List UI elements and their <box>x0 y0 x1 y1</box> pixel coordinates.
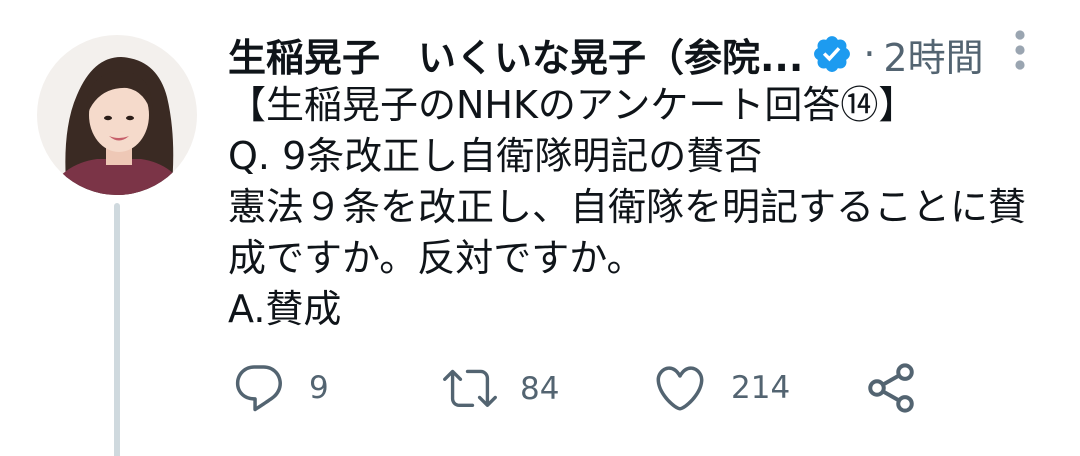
more-options-button[interactable] <box>1008 28 1032 72</box>
tweet-text-line: 成ですか。反対ですか。 <box>228 236 645 280</box>
timestamp[interactable]: 2時間 <box>883 27 983 82</box>
retweet-icon <box>443 361 497 415</box>
reply-icon <box>231 360 287 416</box>
author-display-name[interactable]: 生稲晃子 いくいな晃子（参院... <box>228 27 803 82</box>
share-icon <box>863 360 919 416</box>
like-count: 214 <box>731 370 791 406</box>
tweet: 生稲晃子 いくいな晃子（参院... · 2時間 【生稲晃子のNHKのアンケート回… <box>0 0 1080 456</box>
retweet-count: 84 <box>520 371 560 407</box>
retweet-button[interactable]: 84 <box>443 361 573 417</box>
thread-line <box>114 203 120 456</box>
avatar[interactable] <box>37 35 197 195</box>
reply-count: 9 <box>309 370 329 406</box>
more-vertical-icon <box>1015 30 1025 70</box>
verified-badge-icon <box>811 33 853 75</box>
separator-dot: · <box>863 32 876 76</box>
reply-button[interactable]: 9 <box>231 360 341 416</box>
like-button[interactable]: 214 <box>652 360 802 416</box>
tweet-header: 生稲晃子 いくいな晃子（参院... · 2時間 <box>228 24 998 84</box>
share-button[interactable] <box>863 360 919 416</box>
heart-icon <box>652 360 708 416</box>
tweet-text-line: 憲法９条を改正し、自衛隊を明記することに賛 <box>228 185 1027 229</box>
tweet-text-line: Q. 9条改正し自衛隊明記の賛否 <box>228 134 763 178</box>
avatar-photo <box>37 35 197 195</box>
tweet-text-line: A.賛成 <box>228 287 342 331</box>
tweet-text-line: 【生稲晃子のNHKのアンケート回答⑭】 <box>228 83 917 127</box>
tweet-text[interactable]: 【生稲晃子のNHKのアンケート回答⑭】 Q. 9条改正し自衛隊明記の賛否 憲法９… <box>228 80 1068 335</box>
